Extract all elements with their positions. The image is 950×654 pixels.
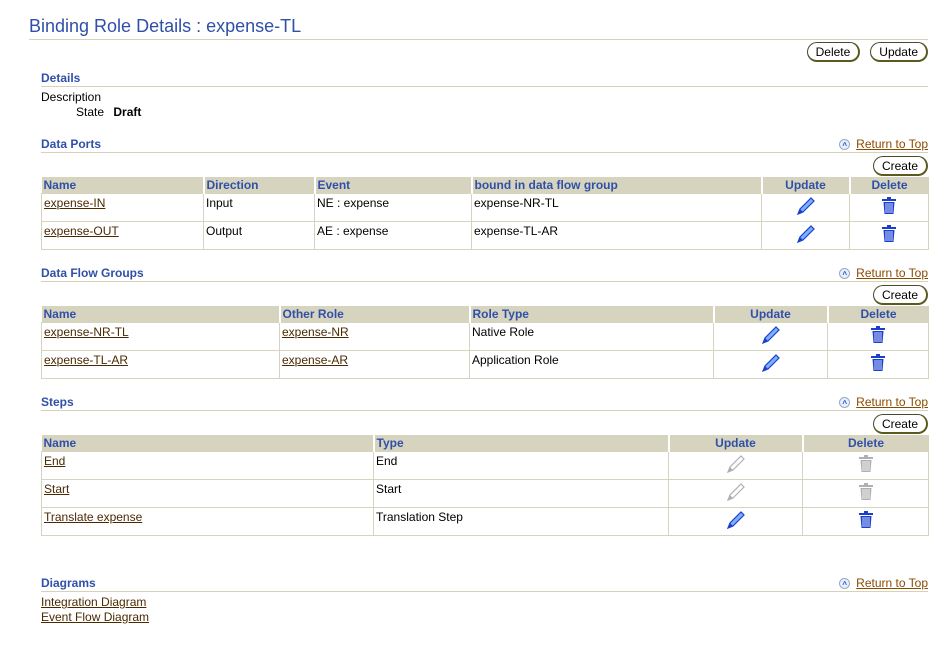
column-header: Type <box>373 435 670 452</box>
steps-section: Steps ^ Return to Top Create Name Type U… <box>41 393 929 536</box>
column-header: Delete <box>802 435 929 452</box>
table-row: expense-TL-AR expense-AR Application Rol… <box>41 350 929 379</box>
details-section: Details Description State Draft <box>41 69 928 119</box>
title-divider <box>29 39 928 40</box>
section-title: Diagrams <box>41 576 96 590</box>
role-type-cell: Native Role <box>469 322 714 351</box>
state-label: State <box>76 105 105 119</box>
page-title: Binding Role Details : expense-TL <box>29 16 302 36</box>
column-header: Update <box>713 306 829 323</box>
create-button[interactable]: Create <box>872 285 928 305</box>
return-to-top-link[interactable]: Return to Top <box>856 576 928 590</box>
column-header: Other Role <box>279 306 471 323</box>
step-name-link[interactable]: Start <box>44 482 69 496</box>
return-to-top: ^ Return to Top <box>839 395 928 410</box>
return-to-top: ^ Return to Top <box>839 266 928 281</box>
direction-cell: Input <box>203 193 315 222</box>
integration-diagram-link[interactable]: Integration Diagram <box>41 595 146 609</box>
group-name-link[interactable]: expense-NR-TL <box>44 325 129 339</box>
data-ports-section: Data Ports ^ Return to Top Create Name D… <box>41 135 929 250</box>
create-button[interactable]: Create <box>872 414 928 434</box>
data-ports-table: Name Direction Event bound in data flow … <box>41 177 929 250</box>
pencil-icon[interactable] <box>760 352 782 377</box>
trash-icon[interactable] <box>870 326 886 347</box>
data-flow-groups-table: Name Other Role Role Type Update Delete … <box>41 306 929 379</box>
details-header: Details <box>41 69 928 87</box>
trash-icon[interactable] <box>858 511 874 532</box>
column-header: Update <box>668 435 804 452</box>
step-name-link[interactable]: End <box>44 454 65 468</box>
up-arrow-icon: ^ <box>839 396 851 408</box>
page-actions: Delete Update <box>806 42 928 62</box>
trash-disabled-icon <box>858 483 874 504</box>
create-button[interactable]: Create <box>872 156 928 176</box>
delete-button[interactable]: Delete <box>806 42 861 62</box>
step-type-cell: Translation Step <box>373 507 669 536</box>
trash-disabled-icon <box>858 455 874 476</box>
step-type-cell: Start <box>373 479 669 508</box>
table-row: Start Start <box>41 479 929 508</box>
update-button[interactable]: Update <box>870 42 928 62</box>
pencil-icon[interactable] <box>795 223 817 248</box>
event-cell: NE : expense <box>314 193 472 222</box>
step-name-link[interactable]: Translate expense <box>44 510 142 524</box>
section-title: Data Ports <box>41 137 102 151</box>
column-header: Direction <box>203 177 316 194</box>
steps-table: Name Type Update Delete End End Start St… <box>41 435 929 536</box>
return-to-top: ^ Return to Top <box>839 576 928 591</box>
column-header: Update <box>761 177 851 194</box>
data-flow-groups-section: Data Flow Groups ^ Return to Top Create … <box>41 264 929 379</box>
state-value: Draft <box>113 105 142 119</box>
event-cell: AE : expense <box>314 221 472 250</box>
table-row: expense-NR-TL expense-NR Native Role <box>41 322 929 351</box>
pencil-icon[interactable] <box>795 195 817 220</box>
port-name-link[interactable]: expense-OUT <box>44 224 119 238</box>
column-header: Name <box>41 306 281 323</box>
trash-icon[interactable] <box>870 354 886 375</box>
section-title: Details <box>41 71 81 85</box>
step-type-cell: End <box>373 451 669 480</box>
column-header: Delete <box>849 177 929 194</box>
column-header: Name <box>41 177 205 194</box>
return-to-top-link[interactable]: Return to Top <box>856 395 928 409</box>
diagrams-section: Diagrams ^ Return to Top Integration Dia… <box>41 574 928 625</box>
trash-icon[interactable] <box>881 197 897 218</box>
group-name-link[interactable]: expense-TL-AR <box>44 353 128 367</box>
up-arrow-icon: ^ <box>839 577 851 589</box>
column-header: Event <box>314 177 473 194</box>
table-row: expense-IN Input NE : expense expense-NR… <box>41 193 929 222</box>
section-title: Steps <box>41 395 74 409</box>
return-to-top: ^ Return to Top <box>839 137 928 152</box>
section-title: Data Flow Groups <box>41 266 144 280</box>
role-type-cell: Application Role <box>469 350 714 379</box>
table-row: expense-OUT Output AE : expense expense-… <box>41 221 929 250</box>
column-header: Name <box>41 435 375 452</box>
column-header: Delete <box>827 306 929 323</box>
pencil-disabled-icon <box>725 481 747 506</box>
return-to-top-link[interactable]: Return to Top <box>856 137 928 151</box>
pencil-disabled-icon <box>725 453 747 478</box>
pencil-icon[interactable] <box>725 509 747 534</box>
table-row: End End <box>41 451 929 480</box>
column-header: Role Type <box>469 306 715 323</box>
return-to-top-link[interactable]: Return to Top <box>856 266 928 280</box>
group-cell: expense-NR-TL <box>471 193 762 222</box>
table-row: Translate expense Translation Step <box>41 507 929 536</box>
event-flow-diagram-link[interactable]: Event Flow Diagram <box>41 610 149 624</box>
up-arrow-icon: ^ <box>839 267 851 279</box>
other-role-link[interactable]: expense-NR <box>282 325 349 339</box>
pencil-icon[interactable] <box>760 324 782 349</box>
description-label: Description <box>41 90 102 104</box>
direction-cell: Output <box>203 221 315 250</box>
group-cell: expense-TL-AR <box>471 221 762 250</box>
port-name-link[interactable]: expense-IN <box>44 196 105 210</box>
trash-icon[interactable] <box>881 225 897 246</box>
other-role-link[interactable]: expense-AR <box>282 353 348 367</box>
up-arrow-icon: ^ <box>839 138 851 150</box>
column-header: bound in data flow group <box>471 177 763 194</box>
